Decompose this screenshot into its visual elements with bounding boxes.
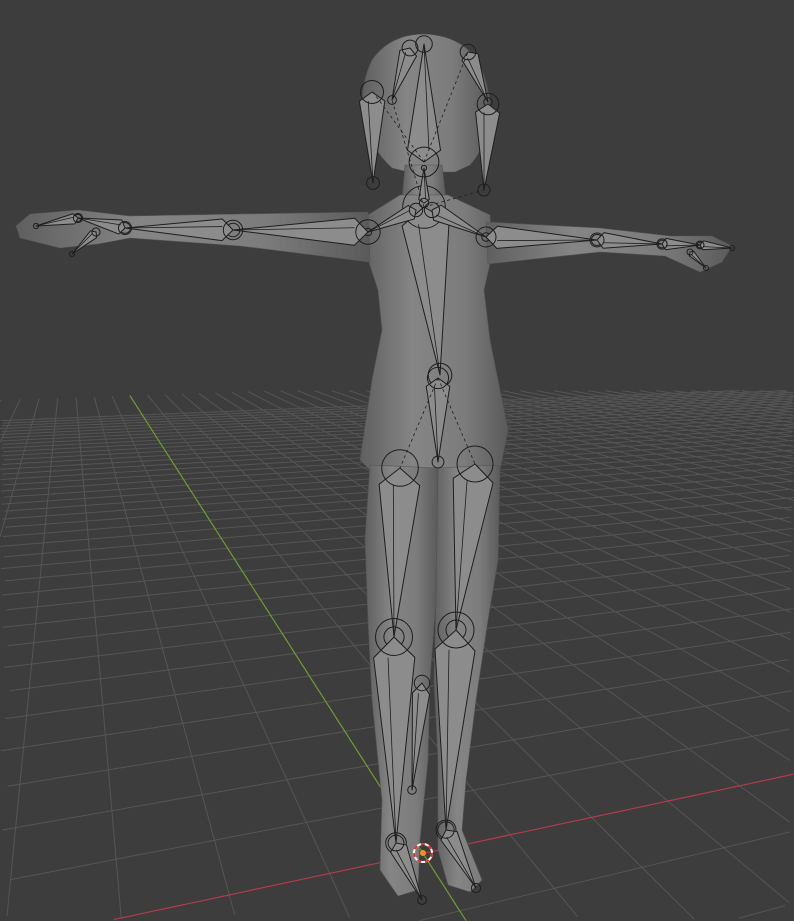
3d-viewport[interactable] [0, 0, 794, 921]
cursor-center-dot [420, 850, 426, 856]
